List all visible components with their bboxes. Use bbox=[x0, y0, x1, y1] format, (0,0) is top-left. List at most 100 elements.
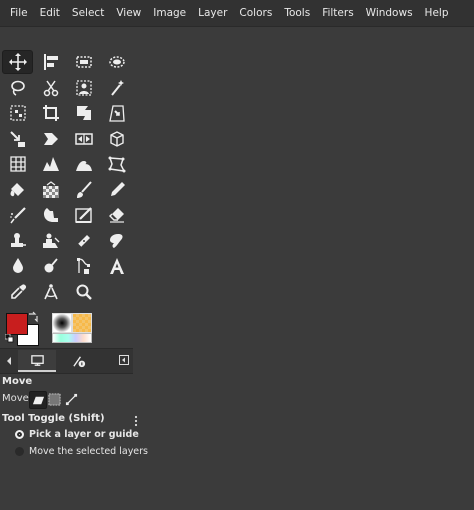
select-by-color-icon bbox=[9, 105, 26, 121]
perspective-tool[interactable] bbox=[101, 101, 132, 125]
unified-transform-icon bbox=[9, 130, 25, 147]
align-tool[interactable] bbox=[35, 50, 66, 74]
scissors-select-tool[interactable] bbox=[35, 76, 66, 100]
canvas-area[interactable] bbox=[134, 27, 474, 510]
crop-tool[interactable] bbox=[35, 101, 66, 125]
unified-transform-tool[interactable] bbox=[2, 127, 33, 151]
grid-warp-icon bbox=[9, 156, 26, 172]
paintbrush-tool[interactable] bbox=[68, 178, 99, 202]
options-menu-icon[interactable] bbox=[134, 415, 138, 427]
move-path-button[interactable] bbox=[63, 391, 79, 407]
radio-move-selected[interactable] bbox=[15, 447, 24, 456]
menu-colors[interactable]: Colors bbox=[233, 0, 278, 27]
flip-icon bbox=[74, 132, 93, 145]
shear-tool[interactable] bbox=[35, 127, 66, 151]
rect-select-tool[interactable] bbox=[68, 50, 99, 74]
airbrush-tool[interactable] bbox=[2, 203, 33, 227]
dodge-tool[interactable] bbox=[35, 254, 66, 278]
radio-pick-layer-label[interactable]: Pick a layer or guide bbox=[29, 429, 139, 440]
menu-view[interactable]: View bbox=[110, 0, 147, 27]
menu-layer[interactable]: Layer bbox=[192, 0, 233, 27]
scissors-icon bbox=[43, 80, 58, 96]
tab-tool-options[interactable] bbox=[18, 350, 56, 372]
menu-select[interactable]: Select bbox=[66, 0, 110, 27]
text-tool[interactable] bbox=[101, 254, 132, 278]
move-selection-button[interactable] bbox=[46, 391, 62, 407]
clone-tool[interactable] bbox=[2, 229, 33, 253]
heal-tool[interactable] bbox=[35, 229, 66, 253]
flip-tool[interactable] bbox=[68, 127, 99, 151]
free-select-tool[interactable] bbox=[2, 76, 33, 100]
eraser-tool[interactable] bbox=[101, 203, 132, 227]
ink-icon bbox=[109, 233, 123, 248]
shear-icon bbox=[43, 132, 58, 145]
radio-pick-layer[interactable] bbox=[15, 430, 24, 439]
dodge-burn-tool[interactable] bbox=[68, 229, 99, 253]
menu-tools[interactable]: Tools bbox=[278, 0, 316, 27]
foreground-color-swatch[interactable] bbox=[6, 313, 28, 335]
eyedropper-icon bbox=[10, 284, 26, 299]
swap-colors-icon[interactable] bbox=[27, 311, 39, 323]
measure-tool[interactable] bbox=[35, 280, 66, 304]
tool-toggle-label: Tool Toggle (Shift) bbox=[2, 413, 105, 424]
brush-preview[interactable] bbox=[52, 313, 72, 333]
by-color-select-tool[interactable] bbox=[2, 101, 33, 125]
smudge-icon bbox=[43, 208, 58, 222]
tool-options-title: Move bbox=[2, 376, 33, 387]
blur-tool[interactable] bbox=[2, 254, 33, 278]
transform-icon bbox=[76, 106, 91, 120]
default-colors-icon[interactable] bbox=[5, 334, 14, 343]
cage-transform-tool[interactable] bbox=[2, 152, 33, 176]
color-picker-tool[interactable] bbox=[2, 280, 33, 304]
menu-edit[interactable]: Edit bbox=[34, 0, 66, 27]
tool-grid bbox=[2, 50, 132, 305]
transform-tool[interactable] bbox=[68, 101, 99, 125]
text-icon bbox=[109, 258, 124, 274]
device-status-icon bbox=[72, 355, 85, 367]
dodge-icon bbox=[44, 258, 58, 273]
zoom-tool[interactable] bbox=[68, 280, 99, 304]
radio-move-selected-label[interactable]: Move the selected layers bbox=[29, 446, 148, 457]
gradient-tool[interactable] bbox=[35, 178, 66, 202]
wave-icon bbox=[75, 161, 92, 171]
dock-tab-strip bbox=[0, 348, 133, 374]
selection-icon bbox=[47, 392, 61, 406]
perspective-clone-tool[interactable] bbox=[101, 152, 132, 176]
handle-transform-tool[interactable] bbox=[68, 152, 99, 176]
smudge-tool[interactable] bbox=[35, 203, 66, 227]
3d-transform-tool[interactable] bbox=[101, 127, 132, 151]
warp-transform-tool[interactable] bbox=[35, 152, 66, 176]
fuzzy-select-tool[interactable] bbox=[101, 76, 132, 100]
tab-menu-icon[interactable] bbox=[119, 355, 129, 365]
bucket-fill-tool[interactable] bbox=[2, 178, 33, 202]
paths-tool[interactable] bbox=[68, 254, 99, 278]
move-layer-button[interactable] bbox=[29, 391, 47, 409]
menu-windows[interactable]: Windows bbox=[360, 0, 419, 27]
chevron-left-icon[interactable] bbox=[4, 354, 14, 368]
magic-wand-icon bbox=[110, 79, 124, 96]
airbrush-icon bbox=[9, 207, 26, 224]
mypaint-brush-tool[interactable] bbox=[68, 203, 99, 227]
menu-help[interactable]: Help bbox=[419, 0, 455, 27]
clone-stamp-icon bbox=[10, 232, 26, 247]
menu-file[interactable]: File bbox=[4, 0, 34, 27]
bucket-fill-icon bbox=[10, 182, 24, 196]
path-icon bbox=[65, 393, 77, 405]
foreground-select-tool[interactable] bbox=[68, 76, 99, 100]
pattern-preview[interactable] bbox=[72, 313, 92, 333]
pencil-tool[interactable] bbox=[101, 178, 132, 202]
gradient-preview[interactable] bbox=[52, 333, 92, 343]
ellipse-select-tool[interactable] bbox=[101, 50, 132, 74]
water-drop-icon bbox=[12, 258, 23, 273]
cage-icon bbox=[108, 156, 125, 173]
align-icon bbox=[43, 54, 58, 70]
gradient-icon bbox=[42, 180, 59, 198]
perspective-clone-icon bbox=[42, 233, 59, 248]
ink-tool[interactable] bbox=[101, 229, 132, 253]
move-icon bbox=[8, 53, 27, 71]
menu-bar: File Edit Select View Image Layer Colors… bbox=[0, 0, 474, 27]
menu-filters[interactable]: Filters bbox=[316, 0, 359, 27]
menu-image[interactable]: Image bbox=[147, 0, 192, 27]
tab-device-status[interactable] bbox=[60, 350, 98, 372]
move-tool[interactable] bbox=[2, 50, 33, 74]
